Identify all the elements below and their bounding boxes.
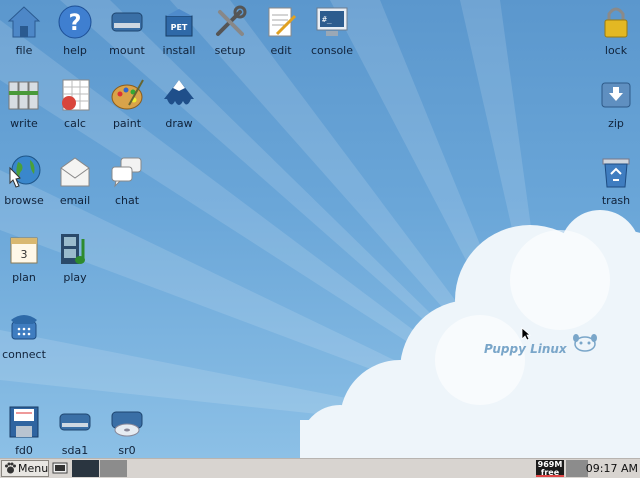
archive-icon [601,82,631,108]
brand-text: Puppy Linux [484,342,567,356]
desktop-icon-zip[interactable]: zip [588,77,640,135]
desktop-icon-label: paint [112,117,142,130]
desktop-icon-fd0[interactable]: fd0 [0,404,52,458]
desktop-icon-file[interactable]: file [0,4,52,62]
mouse-cursor-icon [521,327,531,341]
puppy-face-icon [573,334,597,352]
desktop-icon-label: draw [165,117,193,130]
desktop-icon-label: help [63,44,87,57]
home-folder-icon [7,6,41,38]
desktop-icon-label: file [15,44,33,57]
desktop-icon-edit[interactable]: edit [253,4,309,62]
desktop-icon-trash[interactable]: trash [588,154,640,212]
svg-text:PET: PET [171,23,188,32]
palette-icon [111,79,144,110]
desktop-icon-chat[interactable]: chat [99,154,155,212]
desktop-icon-label: install [162,44,196,57]
envelope-icon [60,157,90,187]
desktop-icon-label: edit [270,44,292,57]
taskbar: Menu 969M free 09:17 AM [0,458,640,478]
terminal-small-icon [52,462,68,474]
desktop-icon-help[interactable]: ? help [47,4,103,62]
pet-package-icon: PET [165,9,193,37]
chat-icon [111,157,142,188]
help-icon: ? [58,5,92,39]
desktop-icon-label: zip [608,117,624,130]
drive-icon [111,12,143,32]
inkscape-icon [164,80,194,105]
desktop-icon-label: mount [109,44,145,57]
menu-label: Menu [18,462,49,475]
workspace-2-button[interactable] [100,460,127,477]
desktop-icon-lock[interactable]: lock [588,4,640,62]
desktop-icon-email[interactable]: email [47,154,103,212]
desktop-icon-label: sr0 [118,444,136,457]
desktop-icon-label: plan [12,271,36,284]
memory-monitor: 969M free [536,460,564,477]
desktop-icon-label: lock [604,44,628,57]
puppy-paw-icon [5,462,16,474]
desktop-icon-label: calc [64,117,86,130]
desktop-icon-play[interactable]: play [47,231,103,289]
clock[interactable]: 09:17 AM [586,460,638,477]
desktop-icon-sda1[interactable]: sda1 [47,404,103,458]
desktop-icon-calc[interactable]: calc [47,77,103,135]
desktop-icon-draw[interactable]: draw [151,77,207,135]
desktop-icon-label: sda1 [61,444,89,457]
desktop-icon-label: play [63,271,87,284]
harddisk-icon [59,413,91,431]
terminal-icon: #_ [316,7,348,36]
menu-button[interactable]: Menu [1,460,49,477]
workspace-1-button[interactable] [72,460,99,477]
svg-text:#_: #_ [322,15,332,24]
cdrom-icon [111,411,143,437]
desktop-icon-install[interactable]: PET install [151,4,207,62]
desktop-icon-paint[interactable]: paint [99,77,155,135]
desktop[interactable]: Puppy Linux file ? help mount PET instal… [0,0,640,458]
globe-icon [9,155,41,188]
desktop-icon-mount[interactable]: mount [99,4,155,62]
desktop-icon-connect[interactable]: connect [0,308,52,366]
trash-icon [602,158,630,188]
padlock-icon [604,7,628,38]
media-icon [61,234,85,264]
wallpaper-cloud [300,210,640,458]
desktop-icon-browse[interactable]: browse [0,154,52,212]
desktop-icon-label: console [310,44,354,57]
desktop-icon-setup[interactable]: setup [202,4,258,62]
quicklaunch-terminal-button[interactable] [52,460,70,477]
phone-icon [11,315,37,340]
memory-free-label: free [540,468,560,477]
desktop-icon-label: connect [2,348,46,361]
floppy-icon [9,406,39,438]
desktop-icon-label: browse [4,194,44,207]
spreadsheet-icon [62,79,90,111]
tools-icon [216,5,247,36]
desktop-icon-label: fd0 [15,444,33,457]
calendar-icon: 3 [10,237,38,264]
desktop-icon-label: write [10,117,38,130]
svg-text:?: ? [69,11,82,36]
svg-text:3: 3 [21,248,28,261]
desktop-icon-label: setup [214,44,246,57]
binders-icon [8,81,39,110]
desktop-icon-write[interactable]: write [0,77,52,135]
desktop-icon-label: email [59,194,91,207]
desktop-icon-sr0[interactable]: sr0 [99,404,155,458]
tray-monitor[interactable] [566,460,588,477]
notepad-icon [268,7,297,37]
desktop-icon-console[interactable]: #_ console [304,4,360,62]
desktop-icon-plan[interactable]: 3 plan [0,231,52,289]
desktop-icon-label: chat [114,194,140,207]
desktop-icon-label: trash [601,194,631,207]
